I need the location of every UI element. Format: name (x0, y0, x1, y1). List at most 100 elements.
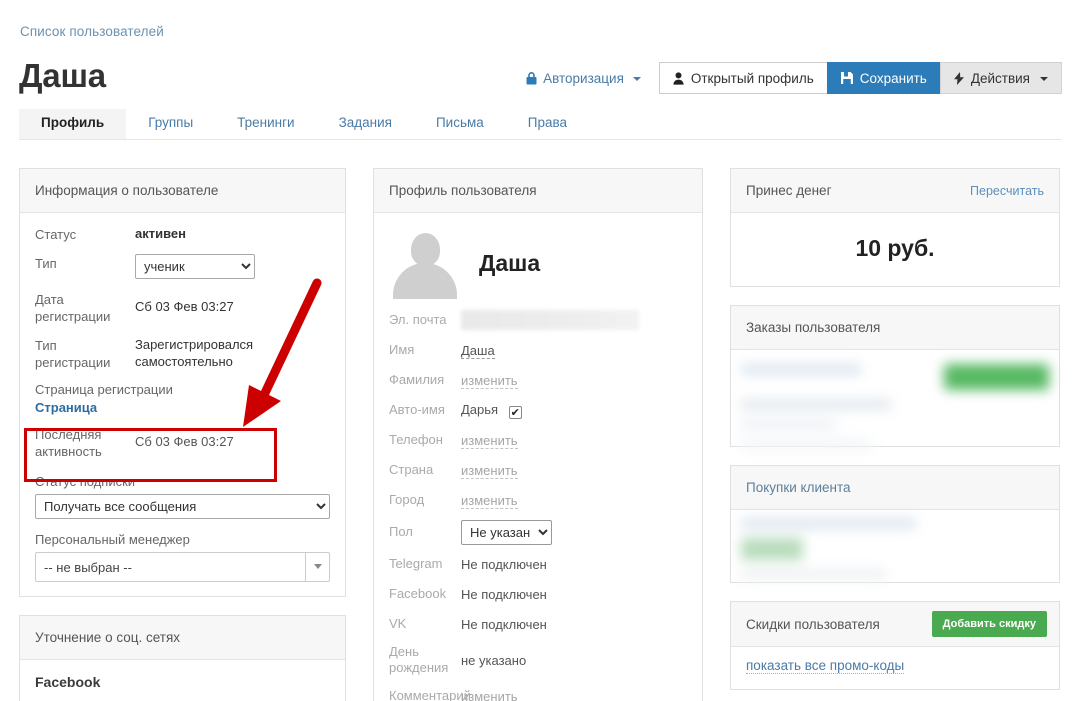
discounts-panel-body: показать все промо-коды (731, 647, 1059, 689)
comment-edit-link[interactable]: изменить (461, 688, 518, 701)
profile-row-country: Страна изменить (389, 455, 687, 485)
registration-type-label: Тип регистрации (35, 338, 111, 370)
subscription-field: Статус подписки Получать все сообщения (35, 474, 330, 519)
email-redacted (461, 310, 639, 330)
country-edit-link[interactable]: изменить (461, 462, 518, 479)
person-icon (673, 71, 684, 85)
type-label: Тип (35, 256, 57, 271)
row-last-activity: Последняя активность Сб 03 Фев 03:27 (35, 425, 330, 460)
lastname-edit-link[interactable]: изменить (461, 372, 518, 389)
tab-profile[interactable]: Профиль (19, 109, 127, 139)
purchases-panel-header: Покупки клиента (731, 466, 1059, 510)
floppy-disk-icon (840, 72, 853, 84)
page-title: Даша (19, 57, 106, 94)
birthday-value: не указано (461, 652, 527, 668)
manager-field: Персональный менеджер -- не выбран -- (35, 532, 330, 582)
social-panel-header: Уточнение о соц. сетях (20, 616, 345, 660)
actions-label: Действия (970, 70, 1030, 86)
user-info-panel: Информация о пользователе Статус активен… (19, 168, 346, 597)
profile-row-vk: VK Не подключен (389, 609, 687, 639)
tab-letters[interactable]: Письма (414, 109, 506, 139)
add-discount-button[interactable]: Добавить скидку (931, 611, 1047, 637)
manager-select-wrap: -- не выбран -- (35, 552, 330, 582)
registration-page-link[interactable]: Страница (35, 400, 330, 415)
open-profile-label: Открытый профиль (690, 70, 814, 86)
user-profile-panel-header: Профиль пользователя (374, 169, 702, 213)
user-discounts-panel: Скидки пользователя Добавить скидку пока… (730, 601, 1060, 690)
subscription-select[interactable]: Получать все сообщения (35, 494, 330, 519)
phone-edit-link[interactable]: изменить (461, 432, 518, 449)
facebook-value: Не подключен (461, 586, 547, 602)
right-column: Принес денег Пересчитать 10 руб. Заказы … (730, 168, 1060, 690)
user-orders-panel: Заказы пользователя (730, 305, 1060, 450)
tab-tasks[interactable]: Задания (317, 109, 414, 139)
comment-label: Комментарий (389, 688, 471, 701)
actions-dropdown-button[interactable]: Действия (939, 62, 1062, 94)
profile-row-telegram: Telegram Не подключен (389, 549, 687, 579)
autoname-value: Дарья (461, 401, 499, 417)
registration-date-label: Дата регистрации (35, 292, 111, 324)
social-clarification-panel: Уточнение о соц. сетях Facebook (19, 615, 346, 701)
profile-row-phone: Телефон изменить (389, 425, 687, 455)
status-label: Статус (35, 227, 77, 242)
save-button[interactable]: Сохранить (826, 62, 941, 94)
recalculate-link[interactable]: Пересчитать (970, 184, 1044, 198)
orders-panel-header: Заказы пользователя (731, 306, 1059, 350)
row-registration-date: Дата регистрации Сб 03 Фев 03:27 (35, 290, 330, 325)
purchases-panel-body (731, 510, 1059, 582)
avatar-body (393, 263, 457, 299)
tab-bar: Профиль Группы Тренинги Задания Письма П… (19, 109, 1062, 140)
purchases-redacted-content (741, 518, 1049, 580)
orders-panel-body (731, 350, 1059, 450)
email-label: Эл. почта (389, 312, 447, 327)
lock-icon (526, 72, 537, 85)
row-type: Тип ученик (35, 254, 330, 279)
telegram-label: Telegram (389, 556, 443, 571)
tab-groups[interactable]: Группы (126, 109, 215, 139)
autoname-label: Авто-имя (389, 402, 445, 417)
avatar (389, 227, 461, 299)
gender-label: Пол (389, 524, 413, 539)
city-label: Город (389, 492, 425, 507)
row-registration-type: Тип регистрации Зарегистрировался самост… (35, 336, 330, 371)
user-type-select[interactable]: ученик (135, 254, 255, 279)
profile-row-city: Город изменить (389, 485, 687, 515)
facebook-label: Facebook (389, 586, 447, 601)
city-edit-link[interactable]: изменить (461, 492, 518, 509)
vk-label: VK (389, 616, 407, 631)
registration-date-value: Сб 03 Фев 03:27 (135, 299, 234, 314)
country-label: Страна (389, 462, 434, 477)
header-actions: Авторизация Открытый профиль Сохранить Д… (526, 62, 1062, 94)
manager-select[interactable]: -- не выбран -- (35, 552, 330, 582)
vk-value: Не подключен (461, 616, 547, 632)
gender-select[interactable]: Не указан (461, 519, 552, 545)
breadcrumb-users-list[interactable]: Список пользователей (20, 24, 164, 39)
profile-row-birthday: День рождения не указано (389, 639, 687, 681)
email-value (461, 310, 639, 330)
user-profile-panel-body: Даша Эл. почта Имя Даша Фамилия изменить (374, 213, 702, 701)
tab-rights[interactable]: Права (506, 109, 589, 139)
autoname-checkbox[interactable]: ✔ (508, 405, 522, 419)
save-label: Сохранить (859, 70, 927, 86)
user-profile-panel-title: Профиль пользователя (389, 183, 537, 198)
firstname-value[interactable]: Даша (461, 342, 495, 359)
profile-row-email: Эл. почта (389, 305, 687, 335)
registration-type-value: Зарегистрировался самостоятельно (135, 337, 254, 369)
profile-row-autoname: Авто-имя Дарья ✔ (389, 395, 687, 425)
discounts-panel-title: Скидки пользователя (746, 616, 880, 632)
open-profile-button[interactable]: Открытый профиль (658, 62, 828, 94)
orders-panel-title: Заказы пользователя (746, 320, 881, 335)
firstname-label: Имя (389, 342, 415, 357)
profile-row-facebook: Facebook Не подключен (389, 579, 687, 609)
social-panel-body: Facebook (20, 660, 345, 701)
money-panel-header: Принес денег Пересчитать (731, 169, 1059, 213)
social-panel-title: Уточнение о соц. сетях (35, 630, 181, 645)
authorization-dropdown[interactable]: Авторизация (526, 62, 659, 94)
status-value: активен (135, 226, 186, 241)
telegram-value: Не подключен (461, 556, 547, 572)
user-info-panel-title: Информация о пользователе (35, 183, 219, 198)
discounts-panel-header: Скидки пользователя Добавить скидку (731, 602, 1059, 647)
tab-trainings[interactable]: Тренинги (215, 109, 316, 139)
user-profile-panel: Профиль пользователя Даша Эл. почта Имя … (373, 168, 703, 701)
show-all-promocodes-link[interactable]: показать все промо-коды (746, 658, 905, 674)
